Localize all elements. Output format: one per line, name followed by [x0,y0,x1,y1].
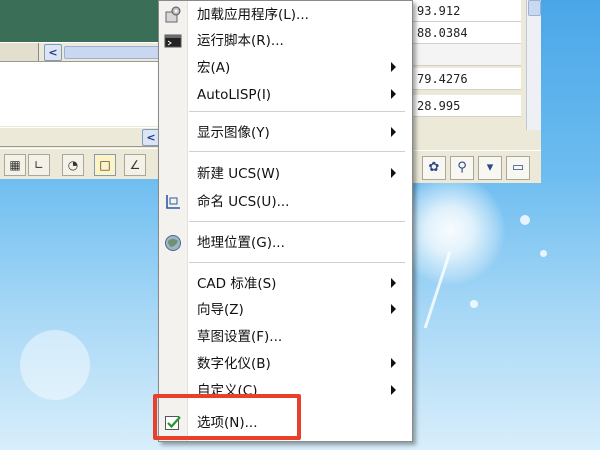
menu-separator [189,111,405,112]
steering-wheel-icon[interactable]: ✿ [422,156,446,180]
menu-item-run-script[interactable]: 运行脚本(R)... [159,29,412,53]
globe-icon [165,235,181,251]
submenu-arrow-icon [391,168,396,178]
osnap-icon[interactable]: □ [94,154,116,176]
scroll-left-button[interactable]: < [44,44,62,61]
menu-item-label: 加载应用程序(L)... [197,7,309,23]
menu-item-autolisp[interactable]: AutoLISP(I) [159,83,412,107]
scrollbar-thumb[interactable] [528,0,541,16]
menu-item-label: 命名 UCS(U)... [197,194,290,210]
menu-separator [189,262,405,263]
menu-item-label: AutoLISP(I) [197,87,272,103]
cloud-graphic [20,330,90,400]
menu-item-drafting-settings[interactable]: 草图设置(F)... [159,325,412,349]
menu-item-display-image[interactable]: 显示图像(Y) [159,121,412,145]
ortho-icon[interactable]: ∟ [28,154,50,176]
menu-item-macro[interactable]: 宏(A) [159,56,412,80]
menu-item-label: 向导(Z) [197,302,244,318]
zoom-icon[interactable]: ⚲ [450,156,474,180]
menu-item-label: 新建 UCS(W) [197,166,281,182]
submenu-arrow-icon [391,62,396,72]
polar-icon[interactable]: ◔ [62,154,84,176]
ucs-axis-icon [166,195,180,209]
menu-item-label: 草图设置(F)... [197,329,283,345]
seed-graphic [520,215,530,225]
menu-item-label: 运行脚本(R)... [197,33,284,49]
command-area[interactable] [0,62,160,126]
tools-menu: 加载应用程序(L)... 运行脚本(R)... 宏(A) AutoLISP(I)… [158,0,413,442]
terminal-icon [164,34,182,48]
highlight-annotation [153,394,301,440]
window-icon[interactable]: ▭ [506,156,530,180]
grid-icon[interactable]: ▦ [4,154,26,176]
status-bar: ▦ ∟ ◔ □ ∠ [0,148,160,179]
horizontal-scrollbar-top[interactable]: < [0,42,160,62]
value-cell: 93.912 [411,0,521,22]
submenu-arrow-icon [391,127,396,137]
vertical-scrollbar[interactable] [526,0,541,130]
value-cell-empty [411,44,521,66]
menu-item-load-application[interactable]: 加载应用程序(L)... [159,3,412,27]
menu-item-new-ucs[interactable]: 新建 UCS(W) [159,162,412,186]
menu-item-geographic-location[interactable]: 地理位置(G)... [159,231,412,255]
menu-item-named-ucs[interactable]: 命名 UCS(U)... [159,190,412,214]
menu-item-label: 地理位置(G)... [197,235,285,251]
dropdown-icon[interactable]: ▾ [478,156,502,180]
menu-item-wizards[interactable]: 向导(Z) [159,298,412,322]
submenu-arrow-icon [391,358,396,368]
right-toolbar: ✿ ⚲ ▾ ▭ [406,150,541,183]
seed-graphic [470,300,478,308]
menu-item-label: 数字化仪(B) [197,356,271,372]
menu-separator [189,151,405,152]
menu-item-label: 宏(A) [197,60,231,76]
submenu-arrow-icon [391,89,396,99]
submenu-arrow-icon [391,304,396,314]
submenu-arrow-icon [391,278,396,288]
value-cell: 79.4276 [411,68,521,90]
scroll-track[interactable] [64,46,160,59]
gear-puzzle-icon [165,6,181,23]
seed-graphic [540,250,547,257]
value-cell: 28.995 [411,95,521,117]
menu-separator [189,221,405,222]
submenu-arrow-icon [391,385,396,395]
properties-window: 93.912 88.0384 79.4276 28.995 ✿ ⚲ ▾ ▭ [405,0,541,183]
otrack-icon[interactable]: ∠ [124,154,146,176]
menu-item-cad-standards[interactable]: CAD 标准(S) [159,272,412,296]
layout-tab[interactable] [0,43,39,61]
horizontal-scrollbar-bottom[interactable]: < [0,127,160,147]
menu-item-label: CAD 标准(S) [197,276,277,292]
menu-item-label: 显示图像(Y) [197,125,270,141]
cad-drawing-window: < < ▦ ∟ ◔ □ ∠ [0,0,160,179]
value-cell: 88.0384 [411,22,521,44]
window-top-strip [0,0,160,42]
menu-item-tablet[interactable]: 数字化仪(B) [159,352,412,376]
